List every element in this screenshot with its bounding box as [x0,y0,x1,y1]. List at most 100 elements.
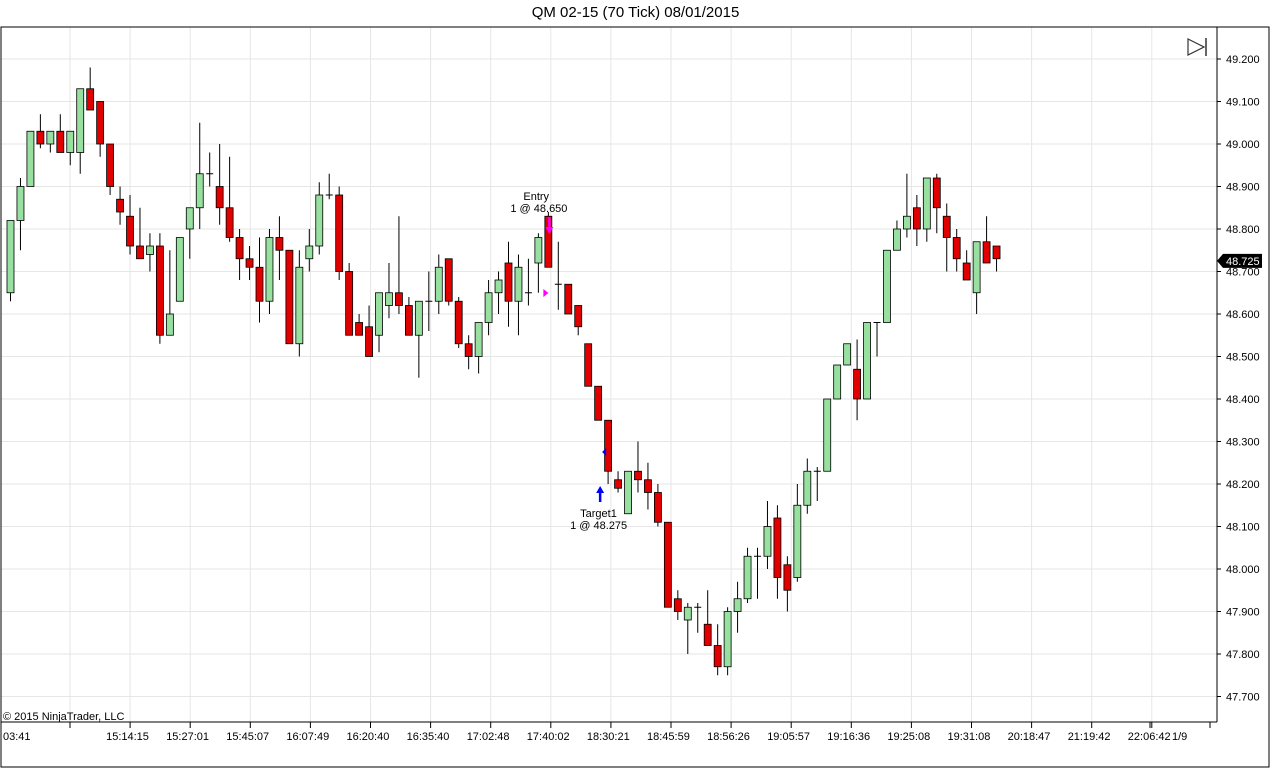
candle [942,203,951,272]
candle [743,547,752,603]
candle [395,216,403,314]
candle [723,607,732,676]
y-tick-label: 48.200 [1226,479,1260,491]
candle [295,250,304,357]
candle [136,207,144,260]
x-tick-label: 15:45:07 [226,731,269,743]
candle [992,245,1001,272]
candle [654,484,662,527]
x-tick-label: 16:35:40 [407,731,450,743]
candle [46,130,55,153]
candle [843,343,852,366]
exit-mark-icon [543,289,549,297]
candle [345,263,354,336]
x-tick-label: 21:19:42 [1068,731,1111,743]
candle [185,207,194,259]
candle [773,505,782,599]
candle [793,484,802,582]
last-price-label: 48.725 [1226,256,1260,268]
plot-area-border [0,26,1270,768]
fill-mark-icon [602,448,607,456]
x-tick-label: 19:05:57 [767,731,810,743]
candle [624,470,632,515]
candle [952,229,961,272]
x-tick-label: 17:40:02 [527,731,570,743]
trade-annotations: Entry1 @ 48.650 Target11 @ 48.275 [510,191,627,532]
candle [36,114,45,149]
x-tick-label: 18:30:21 [587,731,630,743]
candle [823,398,832,472]
candle [863,322,871,400]
candle [922,177,931,242]
x-tick-label: 19:25:08 [887,731,930,743]
candle [285,249,294,345]
candle [414,300,423,378]
y-tick-label: 49.200 [1226,54,1260,66]
candle [783,556,792,612]
y-tick-label: 48.700 [1226,267,1260,279]
candle [275,216,284,280]
grid-lines [1,27,1217,722]
candle [614,471,622,493]
candle [464,335,473,370]
time-axis-ticks: 03:41 15:14:15 15:27:01 15:45:07 16:07:49 16:… [3,722,1211,743]
candle [425,271,433,331]
x-tick-label: 22:06:42 [1128,731,1171,743]
candle [305,229,314,272]
candle [962,250,971,281]
x-tick-label: 19:31:08 [948,731,991,743]
candle [534,233,543,293]
entry-label: Entry [523,191,549,203]
candle [206,152,214,187]
buy-arrow-head-icon [596,486,605,493]
y-tick-label: 49.000 [1226,139,1260,151]
last-price-marker: 48.725 [1217,253,1262,268]
y-tick-label: 47.900 [1226,607,1260,619]
candle [883,249,891,323]
y-tick-label: 48.100 [1226,522,1260,534]
x-tick-label: 19:16:36 [827,731,870,743]
candle [683,603,692,654]
candlestick-chart[interactable]: 49.200 49.100 49.000 48.900 48.800 48.700 48.6… [0,0,1271,769]
candle [873,322,881,357]
candle [56,114,65,153]
copyright-label: © 2015 NinjaTrader, LLC [3,711,124,723]
candle [16,178,25,251]
candle [982,216,991,264]
candle [165,250,174,336]
candle [146,233,154,272]
candle [574,305,583,336]
y-tick-label: 49.100 [1226,97,1260,109]
page-indicator[interactable]: 1/9 [1172,731,1187,743]
y-tick-label: 48.800 [1226,224,1260,236]
target-annotation: Target11 @ 48.275 [570,448,627,532]
candle [26,130,35,187]
candle [155,233,164,344]
candle [365,305,373,357]
x-tick-label: 16:07:49 [286,731,329,743]
candle [524,258,532,306]
candle [703,590,712,646]
entry-detail: 1 @ 48.650 [510,203,567,215]
candle [733,581,742,633]
candle [564,283,573,315]
target-label: Target1 [580,508,617,520]
candle [754,547,761,599]
candle [404,297,413,336]
candle [6,220,15,302]
candle [803,458,812,514]
candle [195,122,204,229]
y-tick-label: 48.300 [1226,437,1260,449]
candle [663,521,672,608]
candle [225,156,234,242]
x-tick-label: 17:02:48 [467,731,510,743]
candle [245,246,254,280]
y-tick-label: 48.000 [1226,564,1260,576]
candle [335,186,344,280]
scroll-to-end-icon[interactable] [1187,38,1207,56]
y-tick-label: 47.800 [1226,649,1260,661]
x-tick-label: 03:41 [3,731,31,743]
y-tick-label: 47.700 [1226,692,1260,704]
candle [175,237,184,302]
candle [932,173,941,234]
